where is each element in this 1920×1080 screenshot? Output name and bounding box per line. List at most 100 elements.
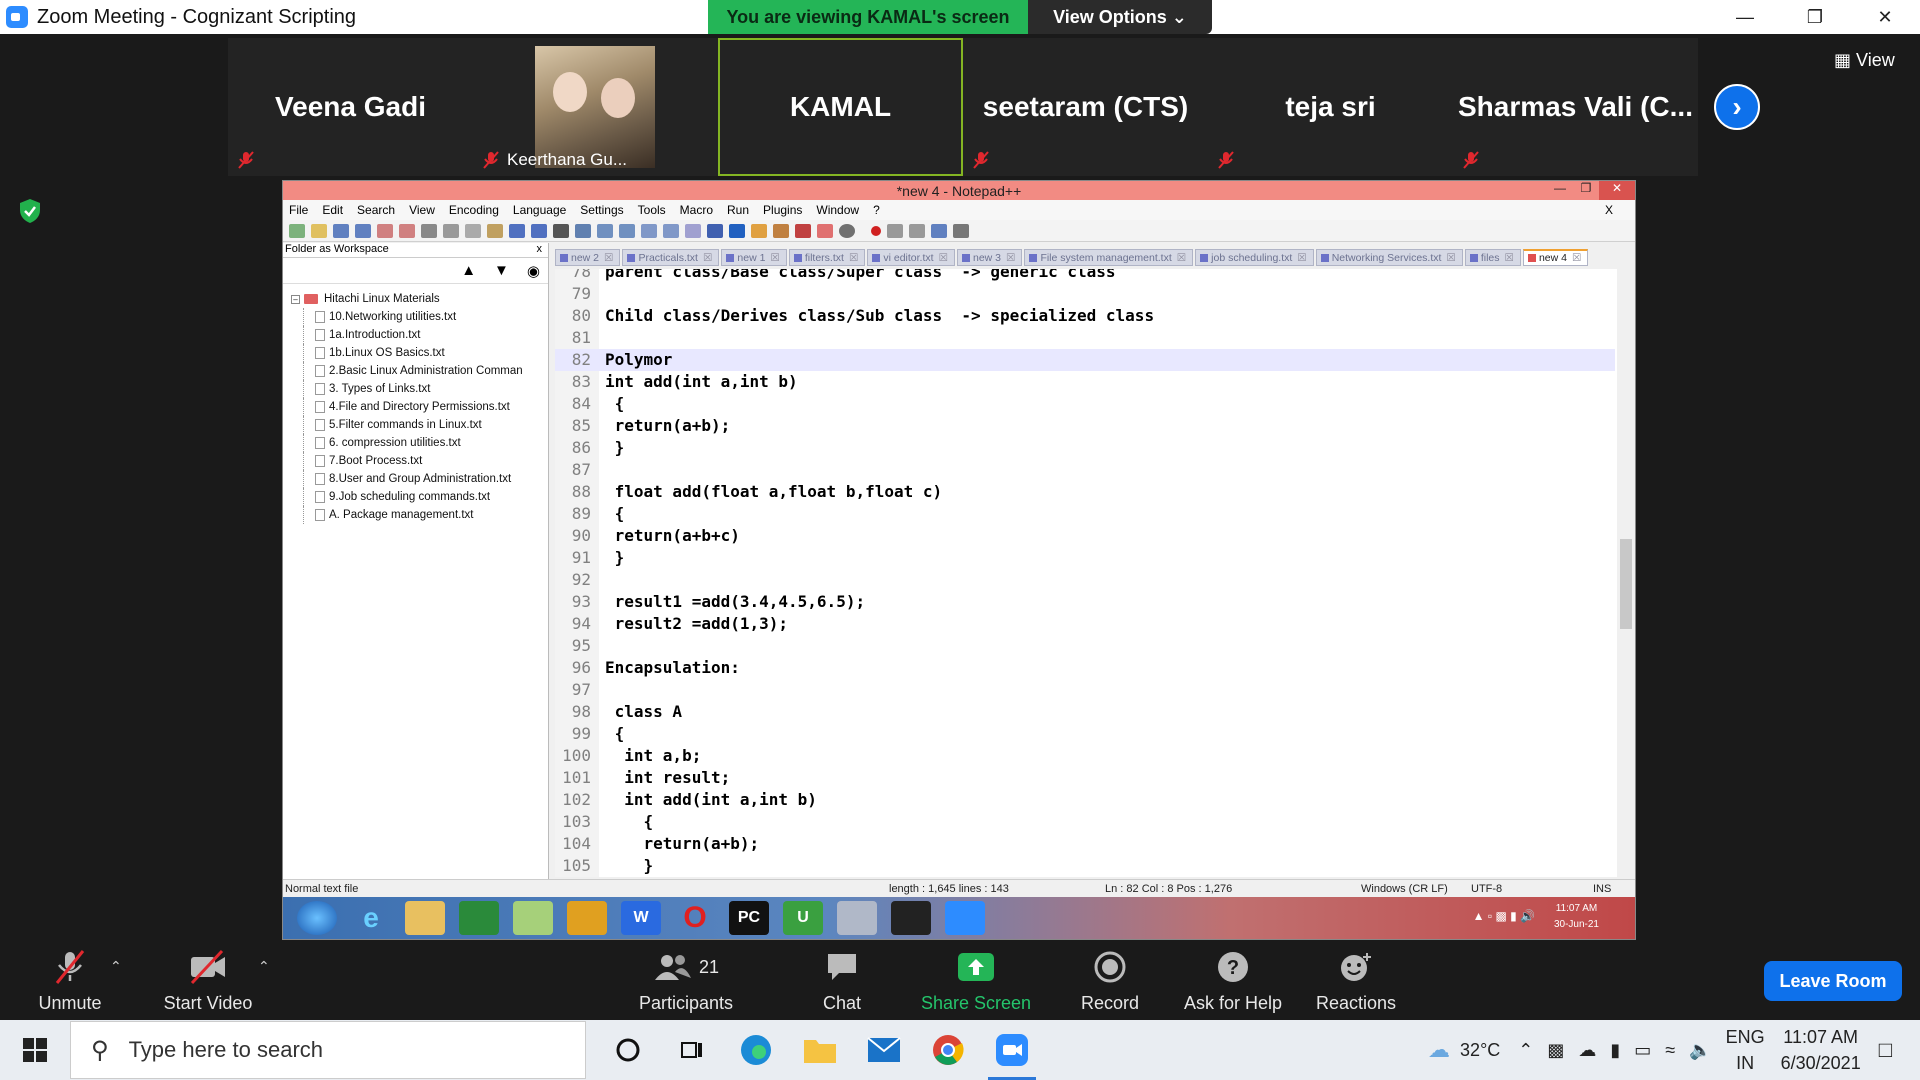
tab-close-icon[interactable]: ☒ <box>939 252 948 264</box>
collapse-toggle-icon[interactable]: – <box>291 294 300 304</box>
npp-close-button[interactable]: ✕ <box>1599 181 1635 200</box>
audio-options-caret[interactable]: ⌃ <box>110 958 122 975</box>
wifi-icon[interactable]: ≈ <box>1665 1040 1675 1061</box>
menu-view[interactable]: View <box>409 203 435 217</box>
code-line[interactable]: 95 <box>555 635 1615 657</box>
edge-button[interactable] <box>724 1020 788 1080</box>
code-line[interactable]: 83 int add(int a,int b) <box>555 371 1615 393</box>
menu-window[interactable]: Window <box>816 203 859 217</box>
zoom-out-icon[interactable] <box>619 223 635 238</box>
doc-tab[interactable]: new 2 ☒ <box>555 249 621 266</box>
start-video-button[interactable]: Start Video <box>156 944 260 1020</box>
zoom-in-icon[interactable] <box>597 223 613 238</box>
tree-file-item[interactable]: 2.Basic Linux Administration Comman <box>291 362 548 380</box>
doc-tab[interactable]: new 3 ☒ <box>956 249 1023 266</box>
doc-tab[interactable]: Networking Services.txt ☒ <box>1315 249 1463 266</box>
close-file-icon[interactable] <box>377 223 393 238</box>
participant-tile[interactable]: teja sri <box>1208 38 1453 176</box>
file-explorer-button[interactable] <box>788 1020 852 1080</box>
monitor-icon[interactable] <box>839 223 855 238</box>
next-participants-button[interactable]: › <box>1714 84 1760 130</box>
restore-button[interactable]: ❐ <box>1780 0 1850 34</box>
print-icon[interactable] <box>421 223 437 238</box>
temperature[interactable]: 32°C <box>1460 1040 1500 1061</box>
notifications-icon[interactable]: □ <box>1879 1037 1892 1063</box>
run-macro-icon[interactable] <box>931 223 947 238</box>
copy-icon[interactable] <box>465 223 481 238</box>
doc-tab[interactable]: new 1 ☒ <box>721 249 787 266</box>
tree-file-item[interactable]: A. Package management.txt <box>291 506 548 524</box>
indent-guide-icon[interactable] <box>729 223 745 238</box>
onedrive-icon[interactable]: ☁ <box>1578 1040 1596 1061</box>
mail-button[interactable] <box>852 1020 916 1080</box>
tree-file-item[interactable]: 4.File and Directory Permissions.txt <box>291 398 548 416</box>
unmute-button[interactable]: Unmute <box>28 944 112 1020</box>
vertical-scrollbar[interactable] <box>1617 269 1635 877</box>
locate-file-icon[interactable]: ◉ <box>527 262 540 280</box>
doc-tab[interactable]: files ☒ <box>1464 249 1521 266</box>
menu-settings[interactable]: Settings <box>580 203 623 217</box>
tree-file-item[interactable]: 8.User and Group Administration.txt <box>291 470 548 488</box>
workspace-close-button[interactable]: x <box>537 243 543 255</box>
ask-for-help-button[interactable]: ? Ask for Help <box>1180 944 1286 1020</box>
wrap-icon[interactable] <box>685 223 701 238</box>
code-line[interactable]: 91 } <box>555 547 1615 569</box>
menu-plugins[interactable]: Plugins <box>763 203 802 217</box>
npp-restore-button[interactable]: ❐ <box>1573 181 1599 200</box>
tab-close-icon[interactable]: ☒ <box>1297 252 1306 264</box>
code-line[interactable]: 90 return(a+b+c) <box>555 525 1615 547</box>
weather-icon[interactable]: ☁ <box>1428 1037 1450 1063</box>
participant-tile[interactable]: Keerthana Gu... <box>473 38 718 176</box>
open-file-icon[interactable] <box>311 223 327 238</box>
save-macro-icon[interactable] <box>953 223 969 238</box>
tab-close-icon[interactable]: ☒ <box>1505 252 1514 264</box>
menu-macro[interactable]: Macro <box>680 203 713 217</box>
paste-icon[interactable] <box>487 223 503 238</box>
code-line[interactable]: 93 result1 =add(3.4,4.5,6.5); <box>555 591 1615 613</box>
tree-file-item[interactable]: 5.Filter commands in Linux.txt <box>291 416 548 434</box>
tree-file-item[interactable]: 7.Boot Process.txt <box>291 452 548 470</box>
participant-tile[interactable]: seetaram (CTS) <box>963 38 1208 176</box>
menu-tools[interactable]: Tools <box>638 203 666 217</box>
tab-close-icon[interactable]: ☒ <box>1446 252 1455 264</box>
code-line[interactable]: 99 { <box>555 723 1615 745</box>
leave-room-button[interactable]: Leave Room <box>1764 961 1902 1001</box>
record-macro-icon[interactable] <box>871 225 881 236</box>
doc-map-icon[interactable] <box>773 223 789 238</box>
close-all-icon[interactable] <box>399 223 415 238</box>
save-all-icon[interactable] <box>355 223 371 238</box>
close-button[interactable]: ✕ <box>1850 0 1920 34</box>
meet-now-icon[interactable]: ▩ <box>1547 1040 1564 1061</box>
chat-button[interactable]: Chat <box>812 944 872 1020</box>
npp-minimize-button[interactable]: — <box>1547 181 1573 200</box>
code-line[interactable]: 79 <box>555 283 1615 305</box>
code-line[interactable]: 89 { <box>555 503 1615 525</box>
participants-button[interactable]: 21 Participants <box>626 944 746 1020</box>
cortana-button[interactable] <box>596 1020 660 1080</box>
code-line[interactable]: 81 <box>555 327 1615 349</box>
video-options-caret[interactable]: ⌃ <box>258 958 270 975</box>
code-line[interactable]: 105 } <box>555 855 1615 877</box>
doc-tab[interactable]: File system management.txt ☒ <box>1024 249 1194 266</box>
replace-icon[interactable] <box>575 223 591 238</box>
code-line[interactable]: 87 <box>555 459 1615 481</box>
taskbar-clock[interactable]: 11:07 AM 6/30/2021 <box>1781 1024 1861 1076</box>
tree-file-item[interactable]: 1b.Linux OS Basics.txt <box>291 344 548 362</box>
find-icon[interactable] <box>553 223 569 238</box>
code-line[interactable]: 82 Polymor <box>555 349 1615 371</box>
folder-workspace-icon[interactable] <box>817 223 833 238</box>
taskbar-search-box[interactable]: ⚲ Type here to search <box>70 1021 586 1079</box>
sync-scroll-icon[interactable] <box>641 223 657 238</box>
code-line[interactable]: 78 parent class/Base class/Super class ->… <box>555 269 1615 283</box>
doc-tab[interactable]: Practicals.txt ☒ <box>622 249 720 266</box>
lang-icon[interactable] <box>751 223 767 238</box>
menu-run[interactable]: Run <box>727 203 749 217</box>
doc-tab[interactable]: filters.txt ☒ <box>788 249 866 266</box>
doc-tab[interactable]: job scheduling.txt ☒ <box>1195 249 1314 266</box>
code-line[interactable]: 101 int result; <box>555 767 1615 789</box>
code-line[interactable]: 86 } <box>555 437 1615 459</box>
menu-encoding[interactable]: Encoding <box>449 203 499 217</box>
cut-icon[interactable] <box>443 223 459 238</box>
tab-close-icon[interactable]: ☒ <box>1572 252 1581 264</box>
code-editor[interactable]: 78 parent class/Base class/Super class ->… <box>555 269 1635 877</box>
